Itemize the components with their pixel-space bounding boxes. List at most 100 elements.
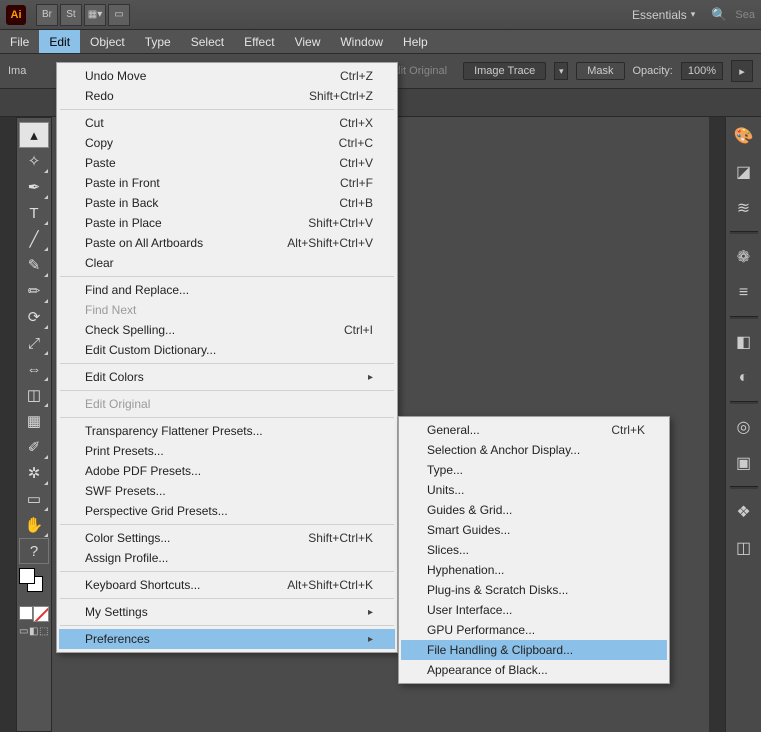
menu-item[interactable]: My Settings (59, 602, 395, 622)
menu-item[interactable]: Preferences (59, 629, 395, 649)
menu-item[interactable]: Guides & Grid... (401, 500, 667, 520)
menu-edit[interactable]: Edit (39, 30, 80, 53)
menu-item[interactable]: File Handling & Clipboard... (401, 640, 667, 660)
menu-item[interactable]: CutCtrl+X (59, 113, 395, 133)
menu-file[interactable]: File (0, 30, 39, 53)
menu-item[interactable]: Paste in PlaceShift+Ctrl+V (59, 213, 395, 233)
menu-item-label: Print Presets... (85, 444, 164, 458)
brushes-panel-icon[interactable]: ≋ (731, 195, 757, 221)
search-icon[interactable]: 🔍 (711, 7, 727, 23)
gradient-panel-icon[interactable]: ◧ (731, 329, 757, 355)
menu-item[interactable]: Edit Custom Dictionary... (59, 340, 395, 360)
menu-item[interactable]: Paste in BackCtrl+B (59, 193, 395, 213)
image-trace-dropdown[interactable]: ▾ (554, 62, 568, 80)
menu-item[interactable]: CopyCtrl+C (59, 133, 395, 153)
transparency-panel-icon[interactable]: ◐ (731, 365, 757, 391)
color-mode-swatch[interactable] (19, 606, 33, 620)
menu-item-label: Units... (427, 483, 464, 497)
asset-export-panel-icon[interactable]: ◫ (731, 535, 757, 561)
color-mode-swatch[interactable] (33, 606, 49, 622)
screen-mode-icon[interactable]: ▭ (19, 626, 29, 638)
pencil-tool[interactable]: ✏ (19, 278, 49, 304)
menu-effect[interactable]: Effect (234, 30, 284, 53)
scale-tool[interactable]: ⤢ (19, 330, 49, 356)
stroke-panel-icon[interactable]: ≡ (731, 280, 757, 306)
menu-item[interactable]: Undo MoveCtrl+Z (59, 66, 395, 86)
gpu-icon[interactable]: ▭ (108, 4, 130, 26)
app-logo: Ai (6, 5, 26, 25)
menu-item[interactable]: Assign Profile... (59, 548, 395, 568)
mask-button[interactable]: Mask (576, 62, 624, 80)
menu-item[interactable]: Adobe PDF Presets... (59, 461, 395, 481)
menu-item-shortcut: Shift+Ctrl+Z (309, 89, 373, 103)
menu-item[interactable]: Paste on All ArtboardsAlt+Shift+Ctrl+V (59, 233, 395, 253)
symbols-panel-icon[interactable]: ❁ (731, 244, 757, 270)
menu-object[interactable]: Object (80, 30, 135, 53)
menu-item[interactable]: Clear (59, 253, 395, 273)
menu-item[interactable]: Find and Replace... (59, 280, 395, 300)
appearance-panel-icon[interactable]: ◎ (731, 414, 757, 440)
pen-tool[interactable]: ✒ (19, 174, 49, 200)
menu-window[interactable]: Window (330, 30, 393, 53)
menu-item[interactable]: GPU Performance... (401, 620, 667, 640)
menu-item[interactable]: Keyboard Shortcuts...Alt+Shift+Ctrl+K (59, 575, 395, 595)
width-tool[interactable]: ⇔ (19, 356, 49, 382)
image-trace-button[interactable]: Image Trace (463, 62, 546, 80)
line-tool[interactable]: ╱ (19, 226, 49, 252)
screen-mode-icon[interactable]: ⬚ (39, 626, 49, 638)
workspace-switcher[interactable]: Essentials ▾ (624, 4, 703, 26)
menu-item-label: Guides & Grid... (427, 503, 512, 517)
symbol-sprayer-tool[interactable]: ✲ (19, 460, 49, 486)
search-placeholder: Sea (735, 9, 755, 21)
menu-item-shortcut: Ctrl+I (344, 323, 373, 337)
magic-wand-tool[interactable]: ✧ (19, 148, 49, 174)
arrange-documents-icon[interactable]: ▦▾ (84, 4, 106, 26)
menu-item[interactable]: PasteCtrl+V (59, 153, 395, 173)
opacity-input[interactable]: 100% (681, 62, 723, 80)
menu-help[interactable]: Help (393, 30, 438, 53)
menu-item[interactable]: Selection & Anchor Display... (401, 440, 667, 460)
bridge-icon[interactable]: Br (36, 4, 58, 26)
menu-item[interactable]: Appearance of Black... (401, 660, 667, 680)
menu-item[interactable]: SWF Presets... (59, 481, 395, 501)
shape-builder-tool[interactable]: ◫ (19, 382, 49, 408)
menu-item[interactable]: Check Spelling...Ctrl+I (59, 320, 395, 340)
menu-item[interactable]: Edit Colors (59, 367, 395, 387)
menu-item[interactable]: Print Presets... (59, 441, 395, 461)
menu-item[interactable]: Color Settings...Shift+Ctrl+K (59, 528, 395, 548)
rotate-tool[interactable]: ⟳ (19, 304, 49, 330)
menu-item[interactable]: Plug-ins & Scratch Disks... (401, 580, 667, 600)
layers-panel-icon[interactable]: ❖ (731, 499, 757, 525)
toolbox: ▴✧✒T╱✎✏⟳⤢⇔◫▦✐✲▭✋?▭◧⬚ (16, 117, 52, 732)
menu-item[interactable]: General...Ctrl+K (401, 420, 667, 440)
menu-select[interactable]: Select (181, 30, 234, 53)
menu-item[interactable]: Units... (401, 480, 667, 500)
menu-type[interactable]: Type (135, 30, 181, 53)
menu-item[interactable]: Type... (401, 460, 667, 480)
menu-item[interactable]: Transparency Flattener Presets... (59, 421, 395, 441)
swatches-panel-icon[interactable]: ◪ (731, 159, 757, 185)
color-panel-icon[interactable]: 🎨 (731, 123, 757, 149)
selection-tool[interactable]: ▴ (19, 122, 49, 148)
screen-mode-icon[interactable]: ◧ (29, 626, 39, 638)
fill-swatch[interactable] (19, 568, 35, 584)
menu-item[interactable]: Perspective Grid Presets... (59, 501, 395, 521)
menu-item[interactable]: User Interface... (401, 600, 667, 620)
paintbrush-tool[interactable]: ✎ (19, 252, 49, 278)
hand-tool[interactable]: ✋ (19, 512, 49, 538)
menu-view[interactable]: View (285, 30, 331, 53)
fill-stroke-swatch[interactable] (19, 568, 49, 596)
help-tool[interactable]: ? (19, 538, 49, 564)
menu-item[interactable]: Paste in FrontCtrl+F (59, 173, 395, 193)
graphic-styles-panel-icon[interactable]: ▣ (731, 450, 757, 476)
artboard-tool[interactable]: ▭ (19, 486, 49, 512)
menu-item[interactable]: Hyphenation... (401, 560, 667, 580)
control-bar-more-icon[interactable]: ▸ (731, 60, 753, 82)
type-tool[interactable]: T (19, 200, 49, 226)
menu-item[interactable]: RedoShift+Ctrl+Z (59, 86, 395, 106)
stock-icon[interactable]: St (60, 4, 82, 26)
eyedropper-tool[interactable]: ✐ (19, 434, 49, 460)
menu-item[interactable]: Slices... (401, 540, 667, 560)
menu-item[interactable]: Smart Guides... (401, 520, 667, 540)
mesh-tool[interactable]: ▦ (19, 408, 49, 434)
